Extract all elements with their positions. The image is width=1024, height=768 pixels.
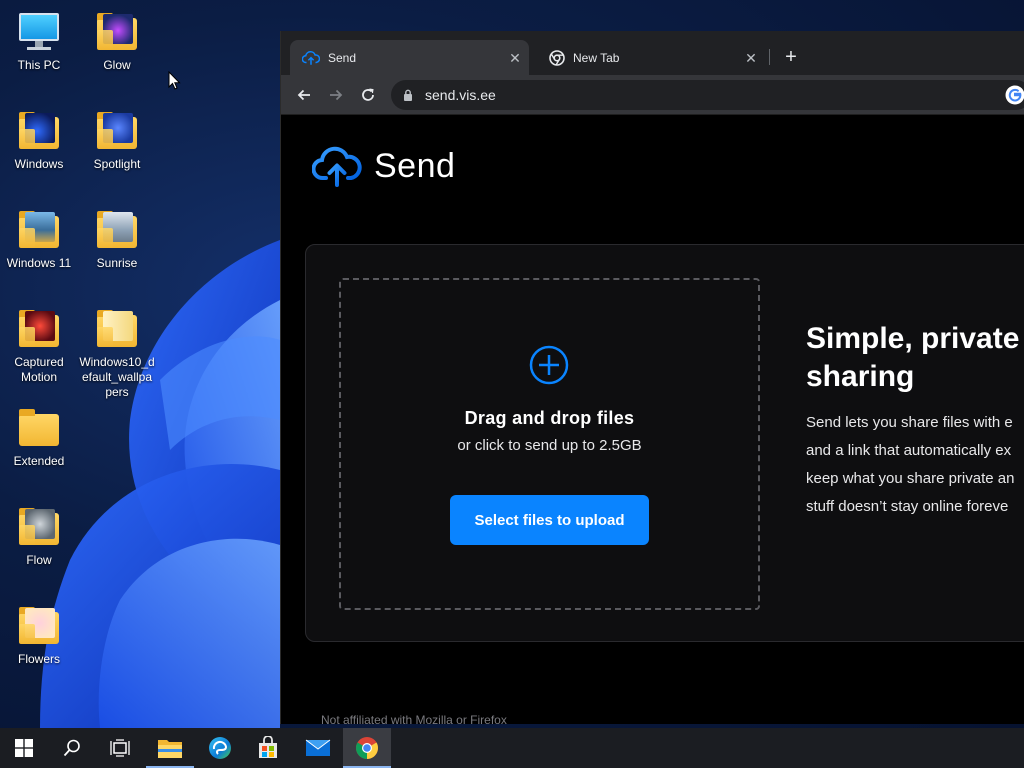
desktop-icon-label: Glow xyxy=(103,58,131,72)
cloud-upload-icon xyxy=(302,50,320,65)
folder-icon xyxy=(95,109,139,153)
tab-new-tab[interactable]: New Tab ✕ xyxy=(537,40,765,75)
address-bar[interactable]: send.vis.ee xyxy=(391,80,1024,110)
tab-strip: Send ✕ New Tab ✕ + xyxy=(281,31,1024,75)
desktop-icon-label: Windows 11 xyxy=(6,256,72,270)
desktop-icon-label: Extended xyxy=(13,454,65,468)
forward-button[interactable] xyxy=(324,83,348,107)
browser-window: Send ✕ New Tab ✕ + send.vis.ee Send Drag… xyxy=(280,31,1024,724)
folder-icon xyxy=(17,307,61,351)
forward-arrow-icon xyxy=(330,89,343,101)
desktop-icon-this-pc[interactable]: This PC xyxy=(1,10,77,73)
desktop-icon-label: Windows xyxy=(14,157,64,171)
desktop-icon-flowers[interactable]: Flowers xyxy=(1,604,77,667)
store-icon xyxy=(259,736,277,758)
new-tab-button[interactable]: + xyxy=(781,47,801,67)
cloud-upload-icon xyxy=(312,146,362,187)
tab-title: New Tab xyxy=(573,50,620,65)
mail-icon xyxy=(305,739,331,756)
lock-icon xyxy=(404,89,412,101)
description: Send lets you share files with e and a l… xyxy=(806,414,1015,515)
reload-icon xyxy=(362,88,374,101)
google-icon[interactable] xyxy=(1005,85,1024,105)
folder-icon xyxy=(17,604,61,648)
drop-subtitle: or click to send up to 2.5GB xyxy=(457,437,642,454)
monitor-icon xyxy=(17,10,61,54)
chrome-icon xyxy=(549,49,565,66)
folder-icon xyxy=(17,406,61,450)
desktop-icon-windows-11[interactable]: Windows 11 xyxy=(1,208,77,271)
desktop-icon-flow[interactable]: Flow xyxy=(1,505,77,568)
add-circle-icon[interactable] xyxy=(529,345,569,385)
folder-icon xyxy=(17,505,61,549)
close-tab-icon[interactable]: ✕ xyxy=(743,50,759,66)
desktop-icon-label: Windows10_default_wallpapers xyxy=(79,355,155,399)
taskbar-chrome[interactable] xyxy=(343,728,391,768)
select-files-button[interactable]: Select files to upload xyxy=(450,495,649,545)
file-explorer-icon xyxy=(158,740,182,758)
search-icon xyxy=(63,739,80,757)
close-tab-icon[interactable]: ✕ xyxy=(507,50,523,66)
desktop-icon-sunrise[interactable]: Sunrise xyxy=(79,208,155,271)
send-logo[interactable]: Send xyxy=(312,144,455,188)
desktop-icon-spotlight[interactable]: Spotlight xyxy=(79,109,155,172)
desktop-icon-captured-motion[interactable]: Captured Motion xyxy=(1,307,77,385)
edge-icon xyxy=(209,737,231,759)
tab-divider xyxy=(769,49,770,65)
task-view-icon xyxy=(110,739,130,757)
folder-icon xyxy=(95,10,139,54)
tab-title: Send xyxy=(328,50,357,65)
back-arrow-icon xyxy=(297,89,310,101)
drop-title: Drag and drop files xyxy=(464,408,635,428)
page-content: Send Drag and drop files or click to sen… xyxy=(281,116,1024,724)
taskbar-file-explorer[interactable] xyxy=(146,728,194,768)
desktop-icon-label: This PC xyxy=(17,58,61,72)
folder-icon xyxy=(17,109,61,153)
desktop-icon-label: Spotlight xyxy=(93,157,141,171)
footer-note: Not affiliated with Mozilla or Firefox xyxy=(321,713,507,724)
url-text: send.vis.ee xyxy=(425,87,496,103)
folder-icon xyxy=(17,208,61,252)
tab-send[interactable]: Send ✕ xyxy=(290,40,529,75)
back-button[interactable] xyxy=(292,83,316,107)
taskbar-edge[interactable] xyxy=(196,728,244,768)
taskbar-mail[interactable] xyxy=(294,728,342,768)
desktop-icon-glow[interactable]: Glow xyxy=(79,10,155,73)
desktop-icon-windows10-default-wallpapers[interactable]: Windows10_default_wallpapers xyxy=(79,307,155,400)
desktop-icon-windows[interactable]: Windows xyxy=(1,109,77,172)
start-button[interactable] xyxy=(0,728,48,768)
desktop-icon-label: Flow xyxy=(26,553,52,567)
desktop-icon-label: Captured Motion xyxy=(14,355,64,384)
desktop-icon-label: Sunrise xyxy=(96,256,138,270)
logo-text: Send xyxy=(374,146,456,185)
headline: Simple, private sharing xyxy=(806,322,1020,393)
desktop-icon-extended[interactable]: Extended xyxy=(1,406,77,469)
taskbar xyxy=(0,728,1024,768)
search-button[interactable] xyxy=(48,728,96,768)
task-view-button[interactable] xyxy=(96,728,144,768)
mouse-cursor-icon xyxy=(168,71,181,90)
upload-card: Drag and drop files or click to send up … xyxy=(305,244,1024,642)
taskbar-store[interactable] xyxy=(244,728,292,768)
reload-button[interactable] xyxy=(356,83,380,107)
browser-toolbar: send.vis.ee xyxy=(281,75,1024,115)
drop-zone[interactable]: Drag and drop files or click to send up … xyxy=(339,278,760,610)
folder-icon xyxy=(95,307,139,351)
start-icon xyxy=(15,739,33,757)
desktop-icon-label: Flowers xyxy=(17,652,60,666)
chrome-icon xyxy=(356,737,378,759)
folder-icon xyxy=(95,208,139,252)
